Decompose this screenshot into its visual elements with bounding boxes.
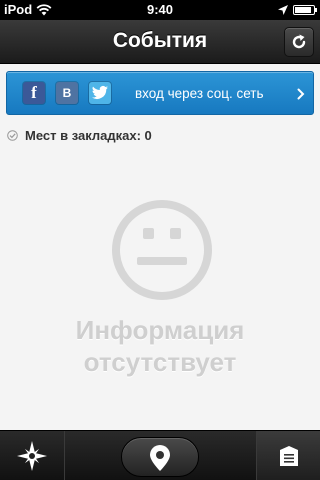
tab-map[interactable]	[121, 437, 199, 477]
twitter-icon[interactable]	[89, 82, 111, 104]
status-time: 9:40	[146, 2, 174, 17]
facebook-icon[interactable]: f	[23, 82, 45, 104]
empty-state-message: Информация отсутствует	[0, 314, 320, 378]
page-title: События	[112, 29, 208, 52]
tab-separator	[64, 431, 65, 480]
status-bar: iPod 9:40	[0, 0, 320, 20]
refresh-button[interactable]	[284, 27, 314, 57]
list-document-icon	[280, 446, 298, 466]
map-pin-icon	[150, 445, 170, 471]
check-circle-icon	[7, 130, 18, 141]
location-arrow-icon	[278, 5, 288, 15]
battery-icon	[293, 5, 317, 15]
social-login-banner[interactable]: f B вход через соц. сеть	[6, 71, 314, 115]
tab-discover[interactable]	[0, 431, 64, 480]
social-login-label: вход через соц. сеть	[135, 86, 264, 101]
tab-bookmarks[interactable]	[257, 431, 320, 480]
empty-state-line-1: Информация	[75, 315, 245, 345]
neutral-face-icon	[112, 200, 212, 300]
tab-bar	[0, 430, 320, 480]
chevron-right-icon	[297, 88, 305, 100]
refresh-icon	[292, 34, 306, 49]
nav-bar: События	[0, 20, 320, 64]
empty-state-line-2: отсутствует	[83, 347, 237, 377]
vkontakte-icon[interactable]: B	[56, 82, 78, 104]
compass-star-icon	[17, 441, 47, 471]
bookmarks-count-label: Мест в закладках: 0	[25, 128, 152, 143]
